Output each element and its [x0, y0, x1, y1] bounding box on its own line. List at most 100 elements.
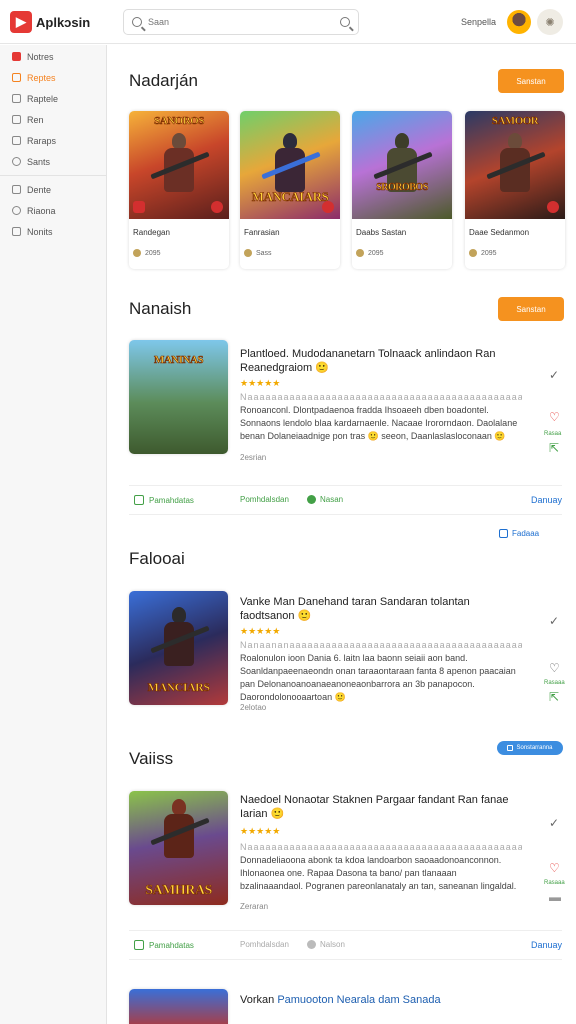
sidebar-item-sants[interactable]: Sants: [0, 151, 106, 172]
app-logo[interactable]: ▶ Aplkɔsin: [10, 11, 90, 33]
sidebar-item-notres[interactable]: Notres: [0, 46, 106, 67]
search-input[interactable]: [148, 17, 334, 27]
game-card[interactable]: SAMOOR Daae Sedanmon 2095: [465, 111, 565, 269]
sidebar-item-riaona[interactable]: Riaona: [0, 200, 106, 221]
share-icon[interactable]: ⇱: [549, 690, 559, 704]
menu-button[interactable]: ✺: [537, 9, 563, 35]
games-icon: [12, 115, 21, 124]
sidebar-item-raraps[interactable]: Raraps: [0, 130, 106, 151]
user-name[interactable]: Senpella: [461, 17, 496, 27]
item-thumbnail[interactable]: [129, 989, 228, 1024]
sidebar-item-dente[interactable]: Dente: [0, 179, 106, 200]
card-art: SROROBOS: [352, 111, 452, 219]
share-icon[interactable]: ⇱: [549, 441, 559, 455]
side-label: Rasaaa: [544, 680, 565, 686]
section-action-button[interactable]: Sanstan: [498, 297, 564, 321]
card-art: SAMOOR: [465, 111, 565, 219]
rating-stars: ★★★★★: [240, 378, 281, 388]
flame-icon: [12, 73, 21, 82]
item-title[interactable]: Vorkan Pamuooton Nearala dam Sanada: [240, 993, 540, 1007]
action-link[interactable]: Danuay: [531, 940, 562, 950]
section-action-button[interactable]: Sanstan: [498, 69, 564, 93]
card-title: Randegan: [133, 228, 170, 237]
avatar[interactable]: [507, 10, 531, 34]
item-thumbnail[interactable]: SAMHRAS: [129, 791, 228, 905]
sidebar-item-ren[interactable]: Ren: [0, 109, 106, 130]
list-item[interactable]: SAMHRAS Naedoel Nonaotar Staknen Pargaar…: [129, 791, 565, 911]
heart-outline-icon[interactable]: ♡: [549, 661, 560, 675]
game-card[interactable]: SROROBOS Daabs Sastan 2095: [352, 111, 452, 269]
check-icon[interactable]: ✓: [549, 816, 559, 830]
side-label: Rasaaa: [544, 880, 565, 886]
action-primary[interactable]: Pamahdatas: [134, 495, 194, 505]
card-title: Daae Sedanmon: [469, 228, 530, 237]
item-description: Naaaaaaaaaaaaaaaaaaaaaaaaaaaaaaaaaaaaaaa…: [240, 392, 522, 441]
character-figure: [149, 607, 210, 683]
apps-icon: [12, 94, 21, 103]
action-bar: Pamahdatas Pomhdalsdan Nalson Danuay: [129, 930, 562, 960]
action-link[interactable]: Danuay: [531, 495, 562, 505]
item-thumbnail[interactable]: MANCIARS: [129, 591, 228, 705]
card-banner: SAMOOR: [491, 115, 539, 128]
game-card[interactable]: MANCAIARS Fanrasian Sass: [240, 111, 340, 269]
rating-stars: ★★★★★: [240, 826, 281, 836]
check-icon[interactable]: ✓: [549, 614, 559, 628]
badge-icon: [133, 201, 145, 213]
thumb-icon: [134, 940, 144, 950]
action-secondary[interactable]: Pomhdalsdan: [240, 495, 289, 504]
item-thumbnail[interactable]: MANINAS: [129, 340, 228, 454]
sidebar-item-reptes[interactable]: Reptes: [0, 67, 106, 88]
list-item[interactable]: MANCIARS Vanke Man Danehand taran Sandar…: [129, 591, 565, 712]
action-tertiary[interactable]: Nasan: [307, 495, 343, 504]
character-figure: [150, 133, 210, 209]
list-item[interactable]: MANINAS Plantloed. Mudodananetarn Tolnaa…: [129, 340, 562, 462]
chat-icon: [12, 157, 21, 166]
list-item[interactable]: Vorkan Pamuooton Nearala dam Sanada: [129, 989, 562, 1024]
sidebar-item-raptele[interactable]: Raptele: [0, 88, 106, 109]
action-tertiary[interactable]: Nalson: [307, 940, 345, 949]
top-header: ▶ Aplkɔsin Senpella ✺: [0, 0, 576, 44]
check-icon[interactable]: ✓: [549, 368, 559, 382]
card-meta: 2095: [352, 237, 452, 257]
thumb-banner: SAMHRAS: [145, 883, 213, 899]
item-description: Naaaaaaaaaaaaaaaaaaaaaaaaaaaaaaaaaaaaaaa…: [240, 842, 522, 891]
action-bar: Pamahdatas Pomhdalsdan Nasan Danuay: [129, 485, 562, 515]
favorite-icon[interactable]: [211, 201, 223, 213]
thumb-icon: [134, 495, 144, 505]
section-link[interactable]: Fadaaa: [499, 529, 539, 538]
thumb-banner: MANINAS: [153, 354, 204, 367]
coin-icon: [469, 249, 477, 257]
item-date: 2elotao: [240, 703, 267, 712]
coin-icon: [356, 249, 364, 257]
clock-icon: [12, 206, 21, 215]
action-primary[interactable]: Pamahdatas: [134, 940, 194, 950]
item-title[interactable]: Plantloed. Mudodananetarn Tolnaack anlin…: [240, 347, 510, 375]
sidebar-divider: [0, 175, 106, 176]
settings-icon: [12, 227, 21, 236]
search-box[interactable]: [123, 9, 359, 35]
square-icon: [507, 745, 514, 751]
thumb-banner: MANCIARS: [147, 680, 210, 695]
share-icon[interactable]: ▬: [549, 890, 561, 904]
favorite-icon[interactable]: [547, 201, 559, 213]
favorite-icon[interactable]: [322, 201, 334, 213]
item-title[interactable]: Vanke Man Danehand taran Sandaran tolant…: [240, 595, 510, 623]
card-meta: 2095: [465, 237, 565, 257]
card-meta: 2095: [129, 237, 229, 257]
search-submit-icon[interactable]: [340, 17, 350, 27]
side-label: Rasaa: [544, 431, 562, 437]
item-title[interactable]: Naedoel Nonaotar Staknen Pargaar fandant…: [240, 793, 510, 821]
heart-icon[interactable]: ♡: [549, 861, 560, 875]
sidebar-item-nonits[interactable]: Nonits: [0, 221, 106, 242]
rating-stars: ★★★★★: [240, 626, 281, 636]
section-title: Vaiiss: [129, 749, 174, 768]
document-icon: [12, 185, 21, 194]
action-secondary[interactable]: Pomhdalsdan: [240, 940, 289, 949]
game-card[interactable]: SANOROS Randegan 2095: [129, 111, 229, 269]
character-figure: [149, 799, 210, 875]
card-meta: Sass: [240, 237, 340, 257]
coin-icon: [244, 249, 252, 257]
section-pill-button[interactable]: Sonstarranna: [497, 741, 563, 755]
grid-icon: ✺: [545, 16, 555, 29]
heart-icon[interactable]: ♡: [549, 410, 560, 424]
